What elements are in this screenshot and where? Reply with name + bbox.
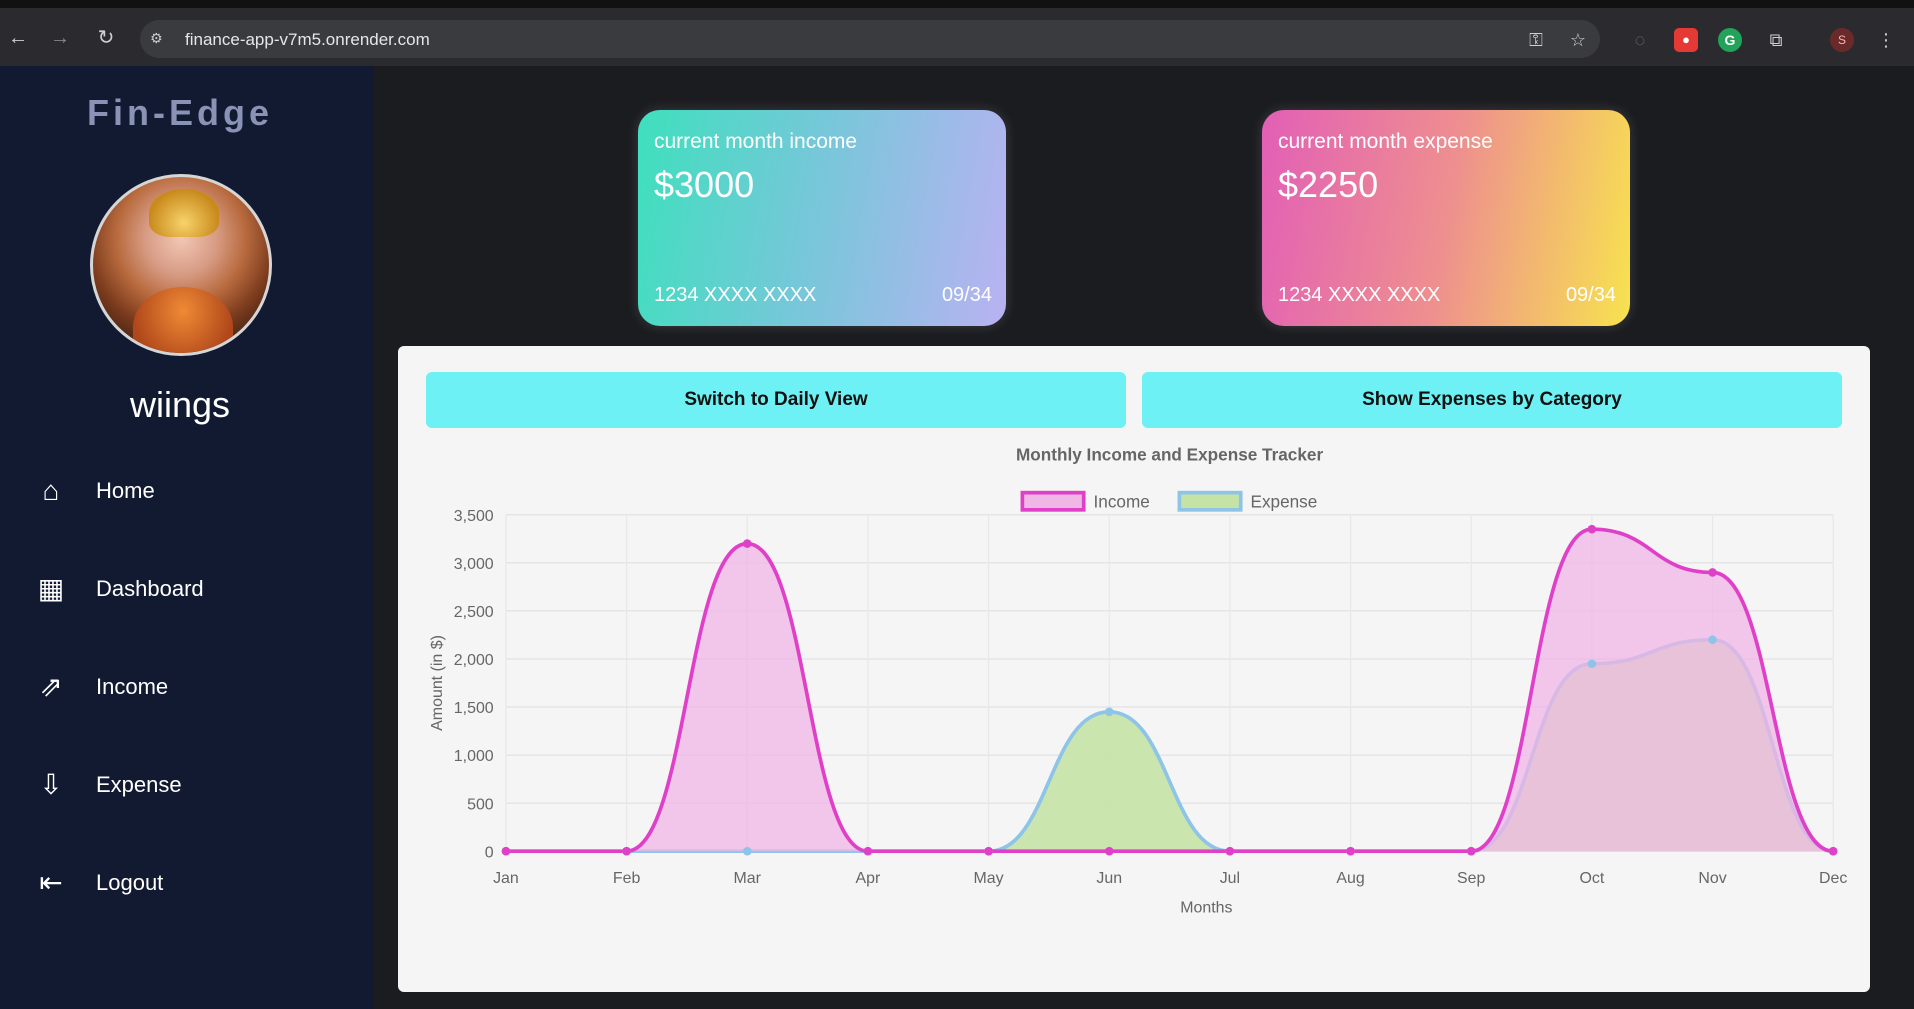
brand-logo: Fin-Edge <box>87 92 273 133</box>
x-axis-label: Months <box>1180 900 1232 917</box>
home-icon: ⌂ <box>42 475 60 506</box>
y-tick-label: 0 <box>485 844 494 861</box>
data-point-expense[interactable] <box>742 846 752 856</box>
legend-label: Expense <box>1251 491 1318 511</box>
sidebar-item-label: Income <box>96 674 169 699</box>
main-content: current month income $3000 1234 XXXX XXX… <box>374 66 1914 1009</box>
sidebar-item-logout[interactable]: ⇤ Logout <box>30 860 350 908</box>
avatar <box>90 174 272 356</box>
expenses-by-category-button[interactable]: Show Expenses by Category <box>1142 372 1842 428</box>
x-tick-label: Feb <box>613 870 641 887</box>
extension-icon[interactable]: ◌ <box>1628 28 1652 52</box>
x-tick-label: May <box>974 870 1004 887</box>
arrow-right-icon[interactable]: → <box>46 24 74 52</box>
x-tick-label: Dec <box>1819 870 1847 887</box>
data-point-income[interactable] <box>1104 846 1114 856</box>
y-tick-label: 3,000 <box>454 556 494 573</box>
site-info-icon[interactable]: ⚙ <box>150 30 168 48</box>
x-tick-label: Oct <box>1579 870 1604 887</box>
income-expense-chart: Monthly Income and Expense Tracker Incom… <box>429 446 1847 917</box>
key-icon[interactable]: ⚿ <box>1524 28 1548 52</box>
x-tick-label: Mar <box>734 870 762 887</box>
logout-icon: ⇤ <box>39 867 63 898</box>
sidebar-item-income[interactable]: ⇗ Income <box>30 664 350 712</box>
chart-panel: Switch to Daily View Show Expenses by Ca… <box>398 346 1870 992</box>
income-card-expiry: 09/34 <box>941 284 992 306</box>
y-axis-ticks: 0 500 1,000 1,500 2,000 2,500 3,000 3,500 <box>454 508 494 861</box>
switch-daily-view-button[interactable]: Switch to Daily View <box>426 372 1126 428</box>
url-text[interactable]: finance-app-v7m5.onrender.com <box>185 30 430 50</box>
x-tick-label: Nov <box>1698 870 1726 887</box>
sidebar-item-label: Expense <box>96 772 182 797</box>
y-tick-label: 500 <box>467 796 494 813</box>
y-tick-label: 3,500 <box>454 508 494 525</box>
username: wiings <box>129 384 231 425</box>
expense-card-expiry: 09/34 <box>1565 284 1616 306</box>
expense-card-number: 1234 XXXX XXXX <box>1278 284 1441 306</box>
data-point-expense[interactable] <box>1708 635 1717 645</box>
income-card-number: 1234 XXXX XXXX <box>654 284 817 306</box>
data-point-income[interactable] <box>1346 846 1355 856</box>
x-tick-label: Sep <box>1457 870 1485 887</box>
income-card: current month income $3000 1234 XXXX XXX… <box>638 110 1006 326</box>
y-tick-label: 2,000 <box>454 652 494 669</box>
expense-card-title: current month expense <box>1278 130 1493 153</box>
legend-item-income[interactable]: Income <box>1020 490 1150 512</box>
sidebar: Fin-Edge wiings ⌂ Home ▦ Dashboard ⇗ Inc… <box>0 66 374 1009</box>
data-point-expense[interactable] <box>1104 707 1114 717</box>
sidebar-item-label: Dashboard <box>96 576 204 601</box>
data-point-income[interactable] <box>1466 846 1476 856</box>
arrow-left-icon[interactable]: ← <box>4 24 32 52</box>
menu-kebab-icon[interactable]: ⋮ <box>1874 28 1898 52</box>
x-tick-label: Jul <box>1220 870 1240 887</box>
y-axis-label: Amount (in $) <box>429 635 446 731</box>
data-point-income[interactable] <box>1708 568 1717 577</box>
star-icon[interactable]: ☆ <box>1566 28 1590 52</box>
browser-toolbar: ← → ↻ ⚙ finance-app-v7m5.onrender.com ⚿ … <box>0 0 1914 66</box>
y-tick-label: 1,500 <box>454 700 494 717</box>
x-tick-label: Apr <box>856 870 881 887</box>
reload-icon[interactable]: ↻ <box>92 24 120 52</box>
sidebar-item-label: Logout <box>96 870 164 895</box>
data-point-income[interactable] <box>1225 846 1235 856</box>
sidebar-item-expense[interactable]: ⇩ Expense <box>30 762 350 810</box>
legend-swatch <box>1020 490 1086 512</box>
legend-item-expense[interactable]: Expense <box>1177 490 1318 512</box>
chart-title: Monthly Income and Expense Tracker <box>1016 446 1323 465</box>
data-point-income[interactable] <box>742 539 752 548</box>
data-point-income[interactable] <box>622 846 631 856</box>
data-point-income[interactable] <box>863 846 873 856</box>
data-point-income[interactable] <box>984 846 993 856</box>
avatar-crown <box>149 189 219 237</box>
data-point-income[interactable] <box>501 846 511 856</box>
legend-label: Income <box>1094 491 1150 511</box>
x-tick-label: Jan <box>493 870 519 887</box>
income-card-amount: $3000 <box>654 164 755 205</box>
data-point-income[interactable] <box>1828 846 1838 856</box>
income-card-title: current month income <box>654 130 858 153</box>
chart-legend[interactable]: Income Expense <box>1020 490 1318 512</box>
x-axis-ticks: Jan Feb Mar Apr May Jun Jul Aug Sep Oct Nov Dec <box>493 870 1847 887</box>
legend-swatch <box>1177 490 1243 512</box>
y-tick-label: 2,500 <box>454 604 494 621</box>
data-point-expense[interactable] <box>1587 659 1597 669</box>
x-tick-label: Jun <box>1096 870 1122 887</box>
chart-areas <box>505 527 1834 854</box>
sidebar-item-home[interactable]: ⌂ Home <box>30 468 350 516</box>
sidebar-item-dashboard[interactable]: ▦ Dashboard <box>30 566 350 614</box>
expense-card: current month expense $2250 1234 XXXX XX… <box>1262 110 1630 326</box>
grammarly-icon[interactable]: G <box>1718 28 1742 52</box>
sidebar-item-label: Home <box>96 478 155 503</box>
profile-avatar-icon[interactable]: S <box>1830 28 1854 52</box>
record-extension-icon[interactable]: ● <box>1674 28 1698 52</box>
puzzle-icon[interactable]: ⧉ <box>1764 28 1788 52</box>
dashboard-icon: ▦ <box>37 573 65 604</box>
expense-card-amount: $2250 <box>1278 164 1379 205</box>
data-point-income[interactable] <box>1587 524 1597 534</box>
income-icon: ⇗ <box>39 671 63 702</box>
expense-icon: ⇩ <box>39 769 63 800</box>
y-tick-label: 1,000 <box>454 748 494 765</box>
x-tick-label: Aug <box>1336 870 1364 887</box>
avatar-body <box>133 287 233 353</box>
